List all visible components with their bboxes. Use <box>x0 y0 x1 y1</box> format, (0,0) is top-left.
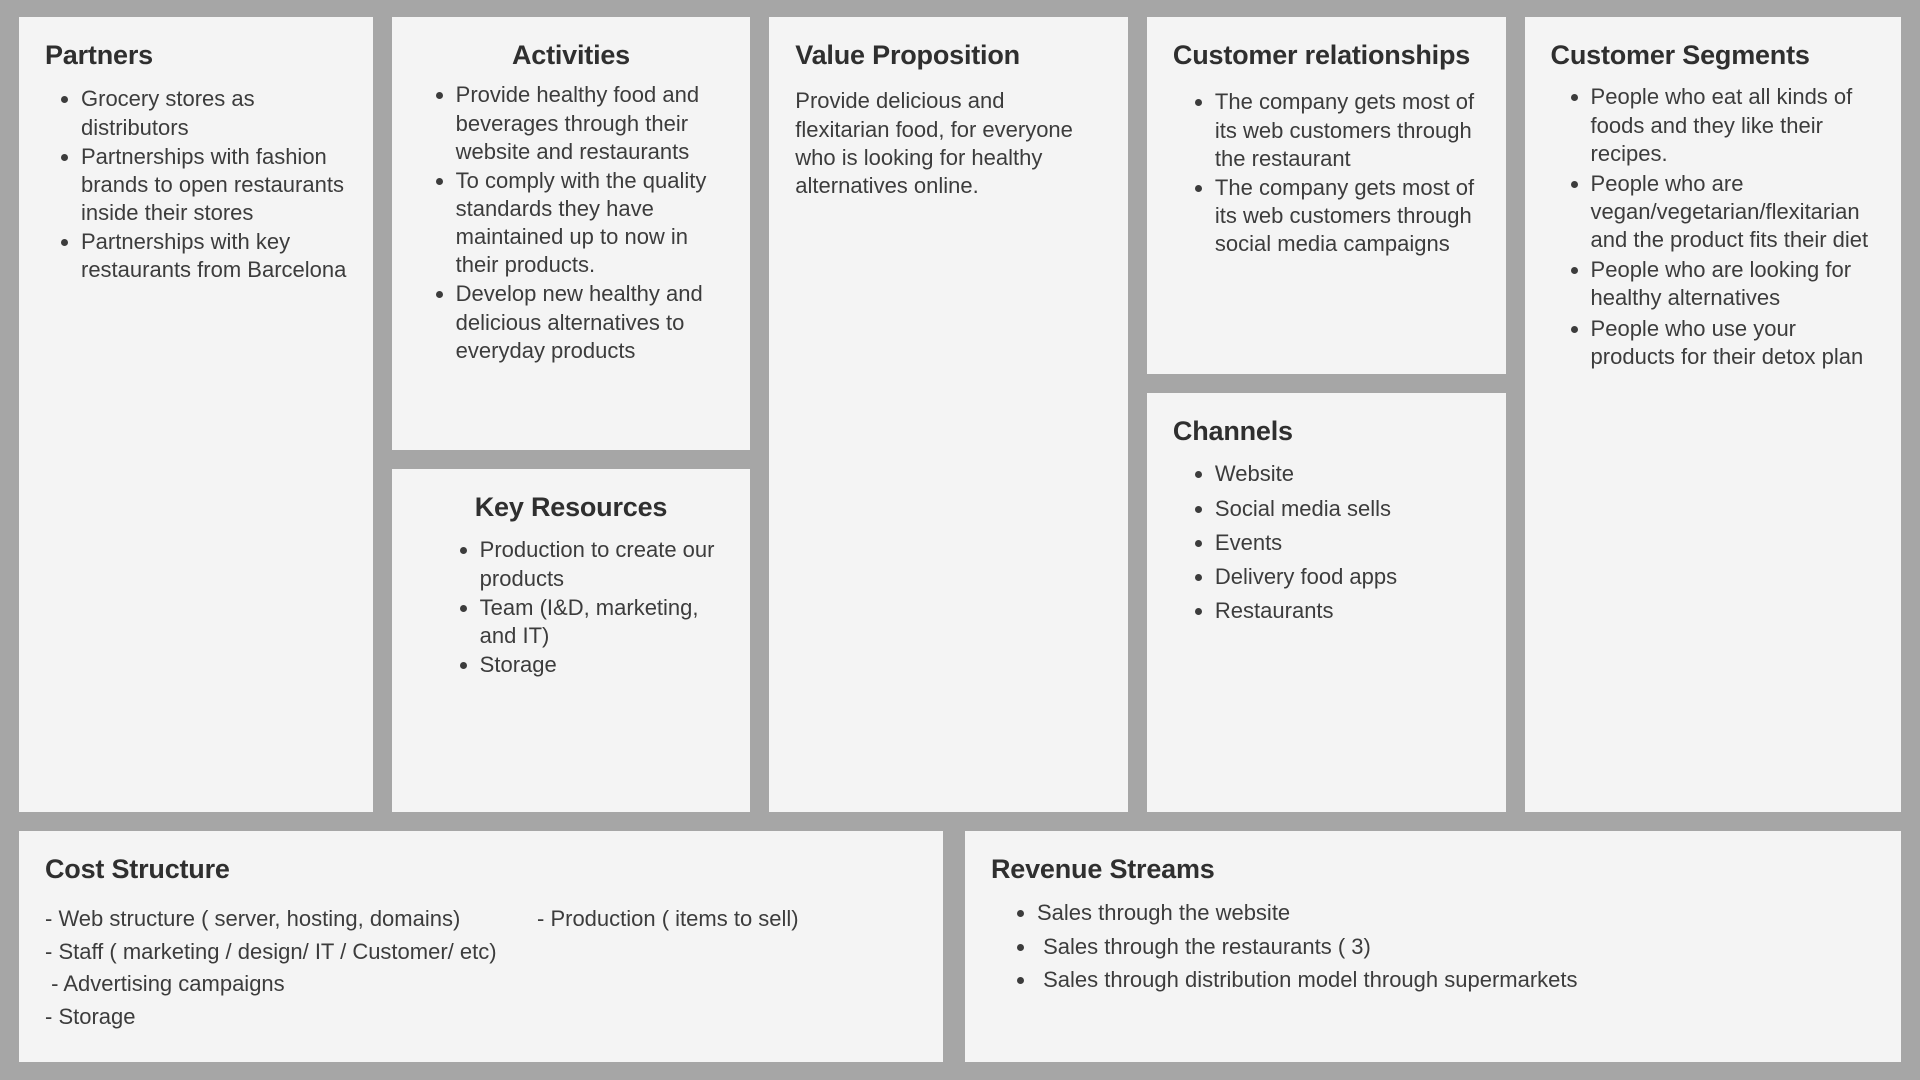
value-proposition-text: Provide delicious and flexitarian food, … <box>795 88 1073 198</box>
list-item: Delivery food apps <box>1215 563 1480 591</box>
list-item: Events <box>1215 529 1480 557</box>
canvas-top-row: Partners Grocery stores as distributors … <box>19 17 1901 812</box>
revenue-streams-list: Sales through the website Sales through … <box>991 899 1875 993</box>
list-item: Develop new healthy and delicious altern… <box>456 280 725 364</box>
cost-structure-right-column: - Production ( items to sell) <box>537 903 917 1033</box>
customer-relationships-list: The company gets most of its web custome… <box>1173 88 1480 258</box>
revenue-streams-title: Revenue Streams <box>991 854 1215 884</box>
list-item: Team (I&D, marketing, and IT) <box>480 594 725 650</box>
cost-line: - Production ( items to sell) <box>537 906 799 932</box>
list-item: Partnerships with key restaurants from B… <box>81 228 347 284</box>
list-item: Storage <box>480 651 725 679</box>
list-item: Grocery stores as distributors <box>81 85 347 141</box>
block-cost-structure[interactable]: Cost Structure - Web structure ( server,… <box>19 831 943 1062</box>
list-item: Sales through the website <box>1037 899 1875 927</box>
block-customer-segments[interactable]: Customer Segments People who eat all kin… <box>1524 17 1901 812</box>
list-item: Production to create our products <box>480 536 725 592</box>
cost-structure-left-column: - Web structure ( server, hosting, domai… <box>45 903 537 1033</box>
list-item: The company gets most of its web custome… <box>1215 88 1480 172</box>
block-partners[interactable]: Partners Grocery stores as distributors … <box>19 17 373 812</box>
list-item: People who are vegan/vegetarian/flexitar… <box>1591 170 1875 254</box>
list-item: Sales through distribution model through… <box>1037 966 1875 994</box>
customer-relationships-title: Customer relationships <box>1172 40 1471 70</box>
list-item: People who eat all kinds of foods and th… <box>1591 83 1875 167</box>
list-item: People who are looking for healthy alter… <box>1591 256 1875 312</box>
column-customer-segments: Customer Segments People who eat all kin… <box>1524 17 1901 812</box>
block-channels[interactable]: Channels Website Social media sells Even… <box>1146 393 1506 812</box>
list-item: Partnerships with fashion brands to open… <box>81 143 347 227</box>
column-partners: Partners Grocery stores as distributors … <box>19 17 373 812</box>
cost-structure-title: Cost Structure <box>45 854 230 884</box>
cost-structure-columns: - Web structure ( server, hosting, domai… <box>45 903 917 1033</box>
list-item: The company gets most of its web custome… <box>1215 174 1480 258</box>
list-item: Website <box>1215 460 1480 488</box>
cost-line: - Web structure ( server, hosting, domai… <box>45 906 461 932</box>
cost-line: - Storage <box>45 1004 136 1030</box>
list-item: Restaurants <box>1215 597 1480 625</box>
list-item: Sales through the restaurants ( 3) <box>1037 933 1875 961</box>
block-activities[interactable]: Activities Provide healthy food and beve… <box>391 17 751 450</box>
cost-line: - Staff ( marketing / design/ IT / Custo… <box>45 938 497 964</box>
block-key-resources[interactable]: Key Resources Production to create our p… <box>391 469 751 812</box>
key-resources-title: Key Resources <box>474 492 668 522</box>
cost-line: - Advertising campaigns <box>45 971 285 997</box>
block-value-proposition[interactable]: Value Proposition Provide delicious and … <box>769 17 1128 812</box>
value-proposition-title: Value Proposition <box>795 40 1020 70</box>
business-model-canvas: Partners Grocery stores as distributors … <box>0 0 1920 1080</box>
canvas-bottom-row: Cost Structure - Web structure ( server,… <box>19 831 1901 1062</box>
customer-segments-title: Customer Segments <box>1550 40 1810 70</box>
partners-list: Grocery stores as distributors Partnersh… <box>45 85 347 284</box>
column-customer-relationships: Customer relationships The company gets … <box>1146 17 1506 812</box>
column-activities: Activities Provide healthy food and beve… <box>391 17 751 812</box>
block-revenue-streams[interactable]: Revenue Streams Sales through the websit… <box>965 831 1901 1062</box>
list-item: Provide healthy food and beverages throu… <box>456 81 725 165</box>
channels-list: Website Social media sells Events Delive… <box>1173 460 1480 625</box>
list-item: People who use your products for their d… <box>1591 315 1875 371</box>
customer-segments-list: People who eat all kinds of foods and th… <box>1551 83 1875 371</box>
channels-title: Channels <box>1172 416 1293 446</box>
partners-title: Partners <box>45 40 153 70</box>
list-item: To comply with the quality standards the… <box>456 167 725 280</box>
activities-title: Activities <box>511 40 631 70</box>
activities-list: Provide healthy food and beverages throu… <box>418 81 725 365</box>
key-resources-list: Production to create our products Team (… <box>418 536 725 679</box>
list-item: Social media sells <box>1215 495 1480 523</box>
block-customer-relationships[interactable]: Customer relationships The company gets … <box>1146 17 1506 374</box>
column-value-proposition: Value Proposition Provide delicious and … <box>769 17 1128 812</box>
